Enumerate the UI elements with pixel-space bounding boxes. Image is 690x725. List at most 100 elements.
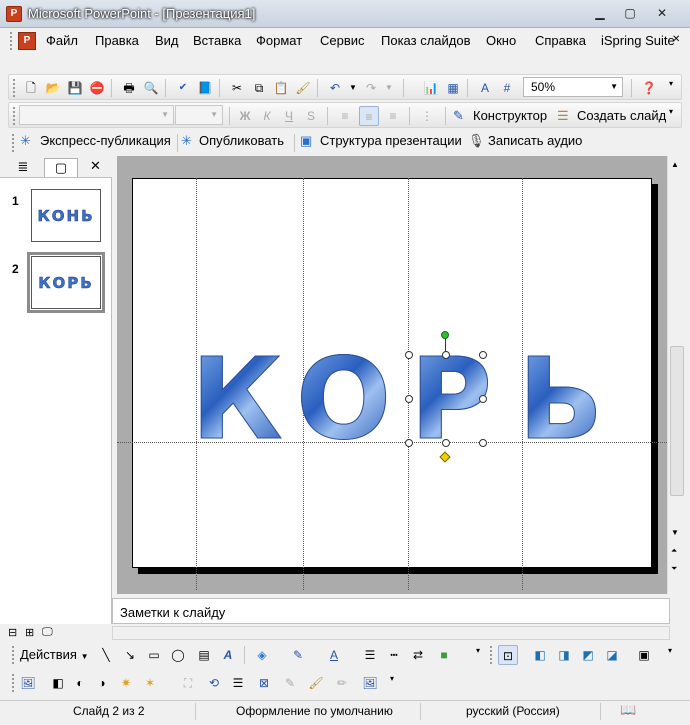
vertical-scrollbar[interactable]: ▲ ▼ ⏶ ⏷ xyxy=(667,156,686,594)
wordart-icon[interactable]: A xyxy=(218,645,238,665)
undo-dropdown-icon[interactable]: ▼ xyxy=(343,78,363,98)
toolbar-options-icon[interactable]: ▾ xyxy=(390,674,394,683)
spelling-icon[interactable]: ✔ xyxy=(173,78,193,98)
menu-format[interactable]: Формат xyxy=(256,33,302,48)
menu-ispring[interactable]: iSpring Suite xyxy=(601,33,675,48)
toolbar-options-icon[interactable]: ▾ xyxy=(668,646,672,655)
font-color-icon[interactable]: A xyxy=(324,645,344,665)
cut-icon[interactable]: ✂ xyxy=(227,78,247,98)
resize-handle[interactable] xyxy=(405,351,413,359)
permission-icon[interactable]: ⛔ xyxy=(87,78,107,98)
menu-close-icon[interactable]: ✕ xyxy=(672,34,680,45)
redo-dropdown-icon[interactable]: ▼ xyxy=(379,78,399,98)
open-icon[interactable]: 📂 xyxy=(43,78,63,98)
more-contrast-icon[interactable]: ◐ xyxy=(70,673,90,693)
underline-icon[interactable]: Ч xyxy=(279,106,299,126)
actions-menu[interactable]: Действия ▼ xyxy=(20,647,89,662)
font-size-select[interactable]: ▼ xyxy=(175,105,223,125)
line-style-icon[interactable]: ☰ xyxy=(360,645,380,665)
toolbar-options-icon[interactable]: ▾ xyxy=(669,107,673,116)
resize-handle[interactable] xyxy=(479,395,487,403)
bold-icon[interactable]: Ж xyxy=(235,106,255,126)
slide-thumbnail-2[interactable]: КОРЬ xyxy=(31,256,101,309)
resize-handle[interactable] xyxy=(405,439,413,447)
fill-color-icon[interactable]: ◈ xyxy=(252,645,272,665)
spell-check-icon[interactable]: 📖 xyxy=(620,702,636,718)
wordart-letter-k[interactable]: К xyxy=(191,344,284,457)
format-painter-icon[interactable]: 🖌 xyxy=(293,78,313,98)
research-icon[interactable]: 📘 xyxy=(195,78,215,98)
reset-picture-icon[interactable]: 🖼 xyxy=(360,673,380,693)
shape-outline-icon[interactable]: ▣ xyxy=(634,645,654,665)
slides-tab-icon[interactable]: ▢ xyxy=(44,158,78,177)
insert-picture-icon[interactable]: 🖼 xyxy=(18,673,38,693)
menu-edit[interactable]: Правка xyxy=(95,33,139,48)
pane-close-icon[interactable]: ✕ xyxy=(90,158,101,174)
minimize-icon[interactable]: ▁ xyxy=(588,5,612,23)
crop-icon[interactable]: ⛶ xyxy=(178,673,198,693)
toolbar-options-icon[interactable]: ▾ xyxy=(476,646,480,655)
slideshow-view-icon[interactable]: 🖵 xyxy=(42,626,53,639)
shadow-icon[interactable]: S xyxy=(301,106,321,126)
menu-slideshow[interactable]: Показ слайдов xyxy=(381,33,471,48)
menu-insert[interactable]: Вставка xyxy=(193,33,241,48)
normal-view-icon[interactable]: ⊟ xyxy=(8,626,17,639)
scroll-down-icon[interactable]: ▼ xyxy=(671,528,679,537)
compress-pictures-icon[interactable]: ⊠ xyxy=(254,673,274,693)
scroll-up-icon[interactable]: ▲ xyxy=(671,160,679,169)
bring-forward-icon[interactable]: ◨ xyxy=(554,645,574,665)
menu-tools[interactable]: Сервис xyxy=(320,33,365,48)
previous-slide-icon[interactable]: ⏶ xyxy=(671,546,677,556)
textbox-icon[interactable]: ▤ xyxy=(194,645,214,665)
undo-icon[interactable]: ↶ xyxy=(325,78,345,98)
menu-help[interactable]: Справка xyxy=(535,33,586,48)
outline-tab-icon[interactable]: ≣ xyxy=(6,158,40,176)
line-icon[interactable]: ╲ xyxy=(96,645,116,665)
more-brightness-icon[interactable]: ✷ xyxy=(116,673,136,693)
resize-handle[interactable] xyxy=(442,351,450,359)
new-icon[interactable]: 🗋 xyxy=(21,78,41,98)
redo-icon[interactable]: ↷ xyxy=(361,78,381,98)
resize-handle[interactable] xyxy=(405,395,413,403)
menu-file[interactable]: Файл xyxy=(46,33,78,48)
set-transparent-icon[interactable]: ✏ xyxy=(332,673,352,693)
zoom-select[interactable]: 50% ▼ xyxy=(523,77,623,97)
align-right-icon[interactable]: ≡ xyxy=(383,106,403,126)
vertical-guide[interactable] xyxy=(408,178,409,590)
print-preview-icon[interactable]: 🔍 xyxy=(141,78,161,98)
rotate-left-icon[interactable]: ⟲ xyxy=(204,673,224,693)
document-icon[interactable]: P xyxy=(18,32,36,50)
color-icon[interactable]: ◧ xyxy=(48,673,68,693)
slide-sorter-view-icon[interactable]: ⊞ xyxy=(25,626,34,639)
copy-icon[interactable]: ⧉ xyxy=(249,78,269,98)
shadow-style-icon[interactable]: ■ xyxy=(434,645,454,665)
scroll-thumb[interactable] xyxy=(670,346,684,496)
next-slide-icon[interactable]: ⏷ xyxy=(671,564,677,574)
oval-icon[interactable]: ◯ xyxy=(168,645,188,665)
paste-icon[interactable]: 📋 xyxy=(271,78,291,98)
less-brightness-icon[interactable]: ✶ xyxy=(140,673,160,693)
chart-icon[interactable]: 📊 xyxy=(421,78,441,98)
less-contrast-icon[interactable]: ◑ xyxy=(92,673,112,693)
grid-icon[interactable]: # xyxy=(497,78,517,98)
resize-handle[interactable] xyxy=(479,439,487,447)
arrow-style-icon[interactable]: ⇄ xyxy=(408,645,428,665)
format-picture-icon[interactable]: 🖌 xyxy=(306,673,326,693)
align-center-icon[interactable]: ≡ xyxy=(359,106,379,126)
group-icon[interactable]: ◧ xyxy=(530,645,550,665)
line-style-icon[interactable]: ☰ xyxy=(228,673,248,693)
wordart-letter-soft-sign[interactable]: Ь xyxy=(517,344,603,457)
align-objects-icon[interactable]: ◪ xyxy=(602,645,622,665)
line-color-icon[interactable]: ✎ xyxy=(288,645,308,665)
italic-icon[interactable]: К xyxy=(257,106,277,126)
table-icon[interactable]: ▦ xyxy=(443,78,463,98)
resize-handle[interactable] xyxy=(442,439,450,447)
resize-handle[interactable] xyxy=(479,351,487,359)
arrow-icon[interactable]: ↘ xyxy=(120,645,140,665)
help-icon[interactable]: ❓ xyxy=(639,78,659,98)
menu-window[interactable]: Окно xyxy=(486,33,516,48)
send-backward-icon[interactable]: ◩ xyxy=(578,645,598,665)
print-icon[interactable]: 🖶 xyxy=(119,78,139,98)
save-icon[interactable]: 💾 xyxy=(65,78,85,98)
numbering-icon[interactable]: ⋮ xyxy=(417,106,437,126)
